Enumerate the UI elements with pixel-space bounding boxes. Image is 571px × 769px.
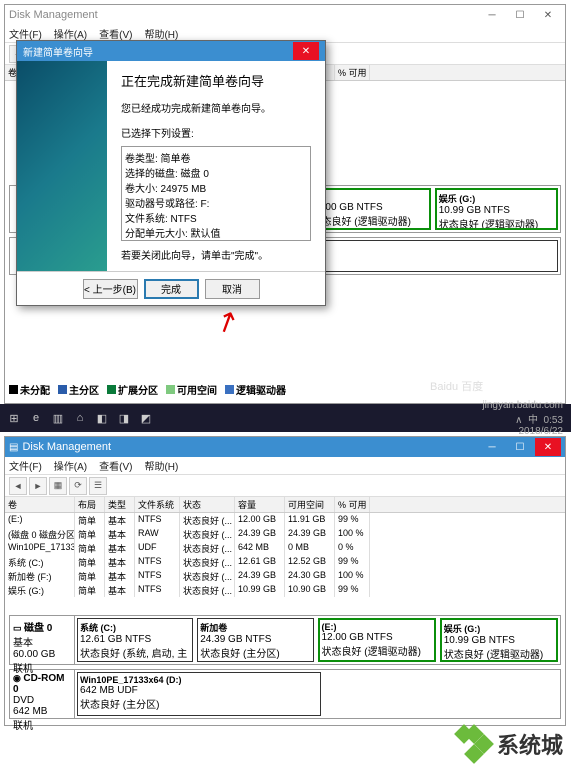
app-icon: ▤ (9, 442, 18, 453)
tray[interactable]: jingyan.baidu.com ∧ 中 0:53 2018/6/22 (482, 400, 567, 437)
partition-g[interactable]: 娱乐 (G:) 10.99 GB NTFS 状态良好 (逻辑驱动器) (435, 188, 558, 230)
volume-list: (E:)简单基本NTFS状态良好 (...12.00 GB11.91 GB99 … (5, 513, 565, 597)
back-button[interactable]: < 上一步(B) (83, 279, 138, 299)
volume-row[interactable]: 娱乐 (G:)简单基本NTFS状态良好 (...10.99 GB10.90 GB… (5, 583, 565, 597)
menu-view[interactable]: 查看(V) (99, 26, 132, 41)
watermark-icon (457, 727, 491, 761)
wizard-settings-list: 卷类型: 简单卷 选择的磁盘: 磁盘 0 卷大小: 24975 MB 驱动器号或… (121, 146, 311, 241)
volume-row[interactable]: 系统 (C:)简单基本NTFS状态良好 (...12.61 GB12.52 GB… (5, 555, 565, 569)
partition[interactable]: (E:)12.00 GB NTFS状态良好 (逻辑驱动器) (318, 618, 436, 662)
app2-icon[interactable]: ◨ (114, 408, 134, 428)
minimize-icon[interactable]: ─ (479, 438, 505, 456)
props-icon[interactable]: ☰ (89, 477, 107, 495)
refresh-icon[interactable]: ⟳ (69, 477, 87, 495)
disk-management-window-bottom: ▤ Disk Management ─ ☐ ✕ 文件(F) 操作(A) 查看(V… (4, 436, 566, 726)
baidu-watermark: Baidu 百度 (430, 378, 483, 394)
menu-file[interactable]: 文件(F) (9, 26, 42, 41)
toolbar: ◄ ► ▦ ⟳ ☰ (5, 475, 565, 497)
nav-fwd-icon[interactable]: ► (29, 477, 47, 495)
menu-action[interactable]: 操作(A) (54, 26, 87, 41)
site-watermark: 系统城 (457, 727, 563, 761)
titlebar: ▤ Disk Management ─ ☐ ✕ (5, 437, 565, 457)
menubar: 文件(F) 操作(A) 查看(V) 帮助(H) (5, 457, 565, 475)
explorer-icon[interactable]: ▥ (48, 408, 68, 428)
start-icon[interactable]: ⊞ (4, 408, 24, 428)
cancel-button[interactable]: 取消 (205, 279, 260, 299)
minimize-icon[interactable]: ─ (479, 6, 505, 24)
wizard-heading: 正在完成新建简单卷向导 (121, 71, 311, 90)
wizard-main: 正在完成新建简单卷向导 您已经成功完成新建简单卷向导。 已选择下列设置: 卷类型… (107, 61, 325, 271)
watermark-text: 系统城 (497, 728, 563, 760)
menu-view[interactable]: 查看(V) (99, 458, 132, 473)
wizard-hint: 若要关闭此向导，请单击"完成"。 (121, 247, 311, 262)
wizard-close-icon[interactable]: ✕ (293, 42, 319, 60)
partition[interactable]: 娱乐 (G:)10.99 GB NTFS状态良好 (逻辑驱动器) (440, 618, 558, 662)
menu-help[interactable]: 帮助(H) (144, 458, 178, 473)
volume-row[interactable]: (磁盘 0 磁盘分区 3)简单基本RAW状态良好 (...24.39 GB24.… (5, 527, 565, 541)
wizard-footer: < 上一步(B) 完成 取消 (17, 271, 325, 305)
disk0-label: ▭ 磁盘 0 基本 60.00 GB 联机 (10, 616, 75, 664)
partition[interactable]: 新加卷24.39 GB NTFS状态良好 (主分区) (197, 618, 313, 662)
wizard-sidebar-image (17, 61, 107, 271)
wizard-titlebar: 新建简单卷向导 ✕ (17, 41, 325, 61)
volume-row[interactable]: Win10PE_17133x...简单基本UDF状态良好 (...642 MB0… (5, 541, 565, 555)
app3-icon[interactable]: ◩ (136, 408, 156, 428)
taskbar: ⊞ e ▥ ⌂ ◧ ◨ ◩ jingyan.baidu.com ∧ 中 0:53… (0, 404, 571, 432)
disk0-row: ▭ 磁盘 0 基本 60.00 GB 联机 系统 (C:)12.61 GB NT… (9, 615, 561, 665)
legend: 未分配 主分区 扩展分区 可用空间 逻辑驱动器 (9, 382, 286, 397)
close-icon[interactable]: ✕ (535, 438, 561, 456)
wizard-list-label: 已选择下列设置: (121, 125, 311, 140)
maximize-icon[interactable]: ☐ (507, 438, 533, 456)
volume-row[interactable]: (E:)简单基本NTFS状态良好 (...12.00 GB11.91 GB99 … (5, 513, 565, 527)
window-title: Disk Management (9, 9, 479, 21)
cdrom-partition[interactable]: Win10PE_17133x64 (D:) 642 MB UDF 状态良好 (主… (77, 672, 321, 716)
window-title: Disk Management (22, 441, 479, 453)
volume-row[interactable]: 新加卷 (F:)简单基本NTFS状态良好 (...24.39 GB24.30 G… (5, 569, 565, 583)
cdrom-label: ◉ CD-ROM 0 DVD 642 MB 联机 (10, 670, 75, 718)
finish-button[interactable]: 完成 (144, 279, 199, 299)
app-icon[interactable]: ◧ (92, 408, 112, 428)
new-volume-wizard: 新建简单卷向导 ✕ 正在完成新建简单卷向导 您已经成功完成新建简单卷向导。 已选… (16, 40, 326, 306)
cdrom-row: ◉ CD-ROM 0 DVD 642 MB 联机 Win10PE_17133x6… (9, 669, 561, 719)
titlebar: Disk Management ─ ☐ ✕ (5, 5, 565, 25)
menu-file[interactable]: 文件(F) (9, 458, 42, 473)
partition[interactable]: 系统 (C:)12.61 GB NTFS状态良好 (系统, 启动, 主分区) (77, 618, 193, 662)
wizard-title: 新建简单卷向导 (23, 44, 93, 59)
menu-help[interactable]: 帮助(H) (144, 26, 178, 41)
volume-header: 卷 布局 类型 文件系统 状态 容量 可用空间 % 可用 (5, 497, 565, 513)
edge-icon[interactable]: e (26, 408, 46, 428)
wizard-subtext: 您已经成功完成新建简单卷向导。 (121, 100, 311, 115)
store-icon[interactable]: ⌂ (70, 408, 90, 428)
nav-back-icon[interactable]: ◄ (9, 477, 27, 495)
close-icon[interactable]: ✕ (535, 6, 561, 24)
menu-action[interactable]: 操作(A) (54, 458, 87, 473)
maximize-icon[interactable]: ☐ (507, 6, 533, 24)
view-icon[interactable]: ▦ (49, 477, 67, 495)
